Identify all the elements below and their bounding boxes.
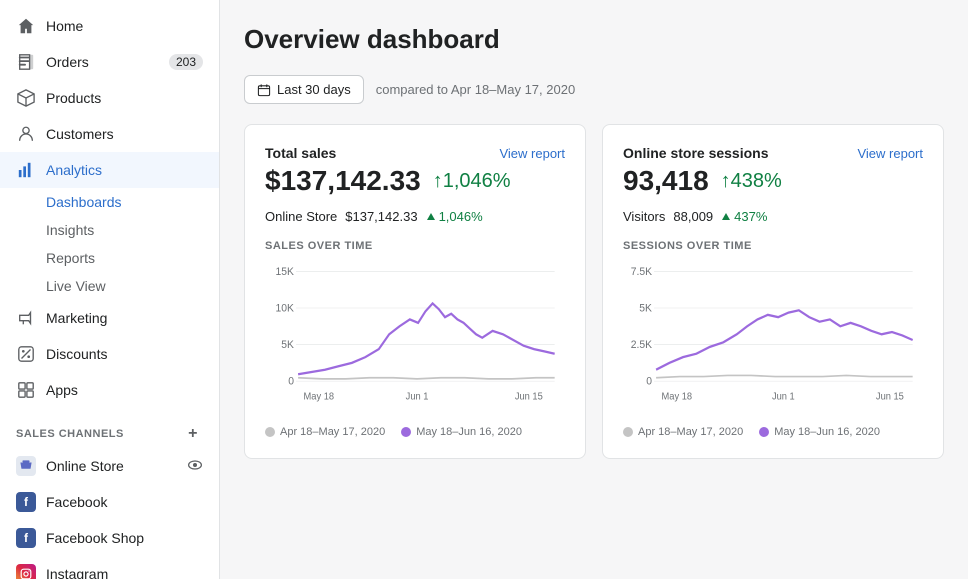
discounts-icon	[16, 344, 36, 364]
visitors-value: 88,009	[673, 209, 713, 224]
sessions-legend-prev-dot	[623, 427, 633, 437]
svg-text:5K: 5K	[639, 302, 652, 315]
total-sales-title: Total sales	[265, 145, 336, 161]
products-icon	[16, 88, 36, 108]
sessions-chart-legend: Apr 18–May 17, 2020 May 18–Jun 16, 2020	[623, 426, 923, 438]
online-store-visibility-icon[interactable]	[187, 457, 203, 476]
total-sales-card: Total sales View report $137,142.33 ↑1,0…	[244, 124, 586, 459]
sessions-title: Online store sessions	[623, 145, 769, 161]
svg-text:7.5K: 7.5K	[631, 265, 653, 278]
subnav-reports[interactable]: Reports	[46, 244, 219, 272]
visitors-label: Visitors	[623, 209, 665, 224]
channel-online-store[interactable]: Online Store	[0, 448, 219, 484]
legend-curr-sales: May 18–Jun 16, 2020	[401, 426, 522, 438]
sales-chart-label: SALES OVER TIME	[265, 240, 565, 252]
total-sales-change: ↑1,046%	[433, 170, 511, 193]
svg-text:Jun 1: Jun 1	[406, 391, 429, 403]
sales-chart-legend: Apr 18–May 17, 2020 May 18–Jun 16, 2020	[265, 426, 565, 438]
svg-text:10K: 10K	[276, 302, 295, 315]
orders-icon	[16, 52, 36, 72]
sessions-header: Online store sessions View report	[623, 145, 923, 161]
sessions-chart-label: SESSIONS OVER TIME	[623, 240, 923, 252]
date-range-button[interactable]: Last 30 days	[244, 75, 364, 104]
sidebar-item-discounts[interactable]: Discounts	[0, 336, 219, 372]
analytics-icon	[16, 160, 36, 180]
svg-text:May 18: May 18	[304, 391, 335, 403]
legend-curr-sessions: May 18–Jun 16, 2020	[759, 426, 880, 438]
subnav-dashboards[interactable]: Dashboards	[46, 188, 219, 216]
sessions-card: Online store sessions View report 93,418…	[602, 124, 944, 459]
facebook-icon: f	[16, 492, 36, 512]
analytics-subnav: Dashboards Insights Reports Live View	[0, 188, 219, 300]
sidebar-item-analytics[interactable]: Analytics	[0, 152, 219, 188]
sidebar-item-customers[interactable]: Customers	[0, 116, 219, 152]
sales-chart: 15K 10K 5K 0 May 18 Jun 1 Jun 15	[265, 260, 565, 420]
main-content: Overview dashboard Last 30 days compared…	[220, 0, 968, 579]
sub-label: Online Store	[265, 209, 337, 224]
svg-text:5K: 5K	[281, 339, 294, 352]
subnav-liveview[interactable]: Live View	[46, 272, 219, 300]
total-sales-value: $137,142.33	[265, 165, 421, 197]
sidebar-item-orders[interactable]: Orders 203	[0, 44, 219, 80]
total-sales-header: Total sales View report	[265, 145, 565, 161]
page-title: Overview dashboard	[244, 24, 944, 55]
svg-text:Jun 15: Jun 15	[876, 391, 904, 403]
add-channel-button[interactable]: +	[183, 424, 203, 444]
sessions-view-report[interactable]: View report	[857, 146, 923, 161]
svg-text:15K: 15K	[276, 265, 295, 278]
sessions-value: 93,418	[623, 165, 709, 197]
legend-prev-dot	[265, 427, 275, 437]
sidebar-item-apps[interactable]: Apps	[0, 372, 219, 408]
visitors-change: 437%	[721, 209, 767, 224]
legend-prev-sessions: Apr 18–May 17, 2020	[623, 426, 743, 438]
apps-icon	[16, 380, 36, 400]
marketing-icon	[16, 308, 36, 328]
sessions-sub-metric: Visitors 88,009 437%	[623, 209, 923, 224]
up-arrow-icon	[426, 212, 436, 222]
sidebar-item-products[interactable]: Products	[0, 80, 219, 116]
toolbar: Last 30 days compared to Apr 18–May 17, …	[244, 75, 944, 104]
compare-text: compared to Apr 18–May 17, 2020	[376, 82, 575, 97]
channel-facebook-shop[interactable]: f Facebook Shop	[0, 520, 219, 556]
facebook-shop-icon: f	[16, 528, 36, 548]
svg-text:Jun 1: Jun 1	[772, 391, 795, 403]
total-sales-metric-row: $137,142.33 ↑1,046%	[265, 165, 565, 197]
cards-row: Total sales View report $137,142.33 ↑1,0…	[244, 124, 944, 459]
sidebar-nav: Home Orders 203 Products Customers	[0, 0, 219, 579]
svg-text:Jun 15: Jun 15	[515, 391, 543, 403]
home-icon	[16, 16, 36, 36]
svg-text:0: 0	[288, 375, 294, 388]
channel-facebook[interactable]: f Facebook	[0, 484, 219, 520]
sessions-chart-section: SESSIONS OVER TIME 7.5K 5K 2.5K 0	[623, 240, 923, 438]
sessions-chart-container: 7.5K 5K 2.5K 0 May 18 Jun 1 Jun 15	[623, 260, 923, 420]
sidebar-item-home[interactable]: Home	[0, 8, 219, 44]
legend-curr-dot	[401, 427, 411, 437]
visitors-up-icon	[721, 212, 731, 222]
sidebar-item-marketing[interactable]: Marketing	[0, 300, 219, 336]
customers-icon	[16, 124, 36, 144]
channel-instagram[interactable]: Instagram	[0, 556, 219, 579]
svg-text:0: 0	[646, 375, 652, 388]
total-sales-chart-section: SALES OVER TIME 15K 10K 5K 0	[265, 240, 565, 438]
svg-text:2.5K: 2.5K	[631, 339, 653, 352]
sales-channels-header: SALES CHANNELS +	[0, 408, 219, 448]
sub-value: $137,142.33	[345, 209, 417, 224]
calendar-icon	[257, 83, 271, 97]
sessions-chart: 7.5K 5K 2.5K 0 May 18 Jun 1 Jun 15	[623, 260, 923, 420]
online-store-icon	[16, 456, 36, 476]
total-sales-view-report[interactable]: View report	[499, 146, 565, 161]
sub-change: 1,046%	[426, 209, 483, 224]
instagram-icon	[16, 564, 36, 579]
sales-chart-container: 15K 10K 5K 0 May 18 Jun 1 Jun 15	[265, 260, 565, 420]
orders-badge: 203	[169, 54, 203, 70]
sessions-metric-row: 93,418 ↑438%	[623, 165, 923, 197]
subnav-insights[interactable]: Insights	[46, 216, 219, 244]
sessions-legend-curr-dot	[759, 427, 769, 437]
sessions-change: ↑438%	[721, 170, 782, 193]
svg-text:May 18: May 18	[662, 391, 693, 403]
sidebar: Home Orders 203 Products Customers	[0, 0, 220, 579]
legend-prev-sales: Apr 18–May 17, 2020	[265, 426, 385, 438]
total-sales-sub-metric: Online Store $137,142.33 1,046%	[265, 209, 565, 224]
